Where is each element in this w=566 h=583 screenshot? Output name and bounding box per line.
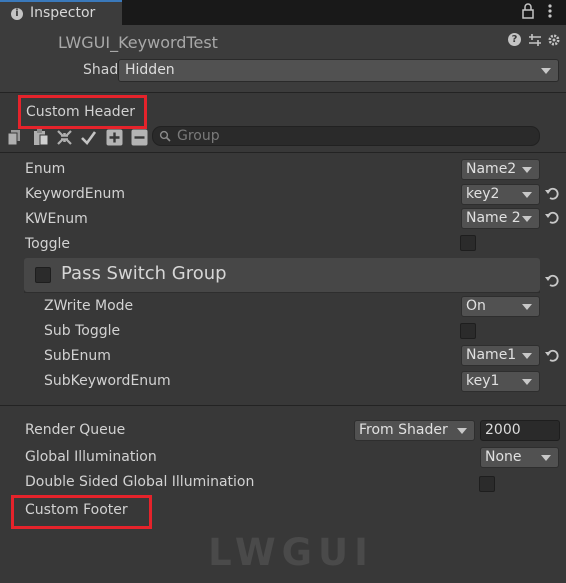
zwrite-value: On [466,298,486,314]
zwrite-label: ZWrite Mode [44,298,134,314]
global-illumination-label: Global Illumination [25,449,157,465]
keyword-enum-value: key2 [466,186,500,202]
chevron-down-icon [522,167,532,173]
search-field[interactable] [152,126,540,146]
toggle-checkbox[interactable] [460,235,476,251]
zwrite-dropdown[interactable]: On [461,296,540,317]
kw-enum-dropdown[interactable]: Name 2 [461,208,540,229]
enum-label: Enum [25,161,66,177]
kw-enum-label: KWEnum [25,211,88,227]
chevron-down-icon [522,379,532,385]
svg-text:LWGUI: LWGUI [208,532,374,572]
custom-footer-label: Custom Footer [25,502,128,518]
global-illumination-dropdown[interactable]: None [480,447,559,468]
sub-keyword-enum-label: SubKeywordEnum [44,373,171,389]
chevron-down-icon [522,216,532,222]
chevron-down-icon [522,353,532,359]
enum-value: Name2 [466,161,517,177]
help-icon[interactable]: ? [508,33,521,46]
group-title: Pass Switch Group [61,263,227,284]
keyword-enum-dropdown[interactable]: key2 [461,184,540,205]
render-queue-dropdown[interactable]: From Shader [354,420,475,441]
double-sided-gi-checkbox[interactable] [479,476,495,492]
keyword-enum-label: KeywordEnum [25,186,126,202]
revert-icon[interactable] [544,272,560,288]
material-name: LWGUI_KeywordTest [58,33,218,52]
copy-icon[interactable] [6,129,23,146]
revert-icon[interactable] [544,209,560,225]
chevron-down-icon [541,455,551,461]
divider [0,152,566,153]
tab-title: Inspector [30,5,96,21]
toggle-label: Toggle [25,236,71,252]
sub-enum-value: Name1 [466,347,517,363]
custom-header-label: Custom Header [26,104,136,120]
sub-enum-dropdown[interactable]: Name1 [461,345,540,366]
chevron-down-icon [522,192,532,198]
preset-icon[interactable] [528,33,542,47]
search-icon [159,130,171,142]
more-icon[interactable] [545,3,555,19]
render-queue-value: 2000 [485,422,521,438]
enum-dropdown[interactable]: Name2 [461,159,540,180]
sub-toggle-label: Sub Toggle [44,323,121,339]
lwgui-logo: LWGUI [208,532,374,572]
chevron-down-icon [522,304,532,310]
search-input[interactable] [177,127,517,145]
sub-enum-label: SubEnum [44,348,111,364]
paste-icon[interactable] [32,129,49,146]
kw-enum-value: Name 2 [466,210,521,226]
render-queue-label: Render Queue [25,422,126,438]
render-queue-mode: From Shader [359,422,448,438]
collapse-icon[interactable] [56,129,73,146]
chevron-down-icon [457,428,467,434]
sub-keyword-enum-dropdown[interactable]: key1 [461,371,540,392]
group-toggle-checkbox[interactable] [35,267,51,283]
check-icon[interactable] [80,129,97,146]
chevron-down-icon [541,68,551,74]
info-icon: i [11,8,23,20]
revert-icon[interactable] [544,347,560,363]
pass-switch-group-header[interactable]: Pass Switch Group [24,258,540,292]
sub-toggle-checkbox[interactable] [460,323,476,339]
tab-inspector[interactable]: i Inspector [0,0,122,25]
shader-value: Hidden [125,62,175,78]
render-queue-field[interactable]: 2000 [480,420,560,441]
revert-icon[interactable] [544,185,560,201]
lock-icon[interactable] [521,3,535,19]
plus-icon[interactable] [106,129,123,146]
sub-keyword-enum-value: key1 [466,373,500,389]
double-sided-gi-label: Double Sided Global Illumination [25,474,255,490]
global-illumination-value: None [485,449,522,465]
divider [0,405,566,406]
minus-icon[interactable] [131,129,148,146]
gear-icon[interactable] [547,33,561,47]
shader-dropdown[interactable]: Hidden [118,59,559,82]
